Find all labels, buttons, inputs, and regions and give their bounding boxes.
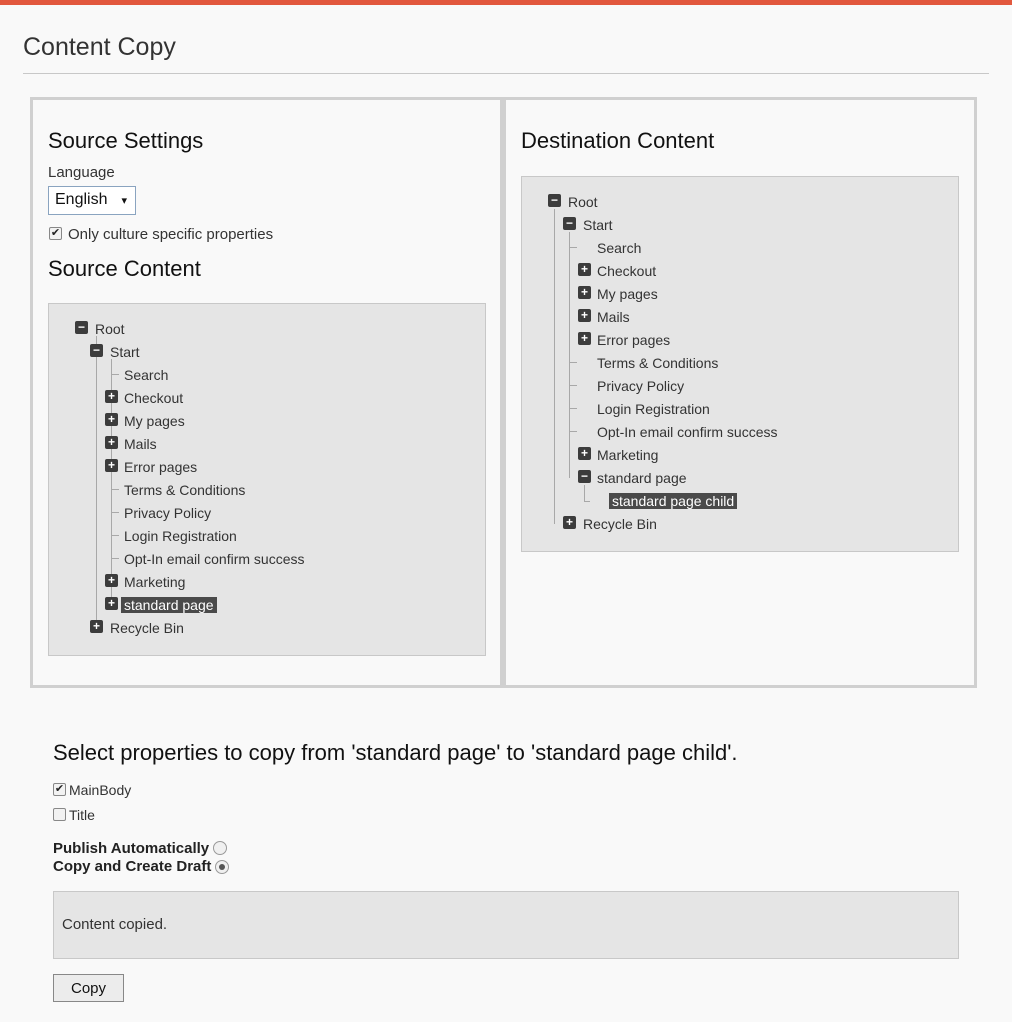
title-checkbox[interactable] [53,808,66,821]
tree-connector [111,558,119,559]
tree-node-selected[interactable]: standard page child [609,493,738,509]
tree-node-root[interactable]: Root [568,194,598,210]
tree-node[interactable]: Login Registration [124,528,237,544]
expand-icon[interactable]: + [105,390,118,403]
tree-connector [584,501,590,502]
publish-automatically-label: Publish Automatically [53,840,210,857]
language-select-value: English [55,191,108,208]
collapse-icon[interactable]: − [548,194,561,207]
expand-icon[interactable]: + [105,436,118,449]
collapse-icon[interactable]: − [578,470,591,483]
tree-node[interactable]: Terms & Conditions [597,355,718,371]
tree-node[interactable]: Search [597,240,641,256]
collapse-icon[interactable]: − [75,321,88,334]
mainbody-checkbox[interactable]: ✔ [53,783,66,796]
tree-connector [569,431,577,432]
destination-tree: − Root − Start Search + Checkout + My pa… [521,176,959,552]
collapse-icon[interactable]: − [90,344,103,357]
expand-icon[interactable]: + [578,332,591,345]
tree-connector [569,408,577,409]
tree-node-selected[interactable]: standard page [121,597,217,613]
tree-node[interactable]: Privacy Policy [124,505,211,521]
expand-icon[interactable]: + [578,447,591,460]
expand-icon[interactable]: + [578,286,591,299]
culture-specific-label: Only culture specific properties [68,226,274,243]
title-label: Title [69,807,95,823]
tree-node[interactable]: Marketing [124,574,185,590]
tree-connector [111,512,119,513]
source-tree: − Root − Start Search + Checkout + My pa… [48,303,486,656]
tree-node[interactable]: Opt-In email confirm success [597,424,778,440]
tree-connector [111,535,119,536]
mainbody-label: MainBody [69,782,132,798]
tree-node-start[interactable]: Start [110,344,140,360]
page-title: Content Copy [23,33,176,61]
tree-node[interactable]: Checkout [597,263,656,279]
expand-icon[interactable]: + [578,309,591,322]
tree-node[interactable]: Checkout [124,390,183,406]
status-message: Content copied. [53,891,959,959]
publish-automatically-radio[interactable] [213,841,227,855]
tree-node[interactable]: My pages [597,286,658,302]
copy-create-draft-radio[interactable] [215,860,229,874]
tree-connector [111,374,119,375]
tree-connector [584,485,585,501]
tree-node[interactable]: Marketing [597,447,658,463]
tree-connector [111,489,119,490]
top-accent-bar [0,0,1012,5]
expand-icon[interactable]: + [105,413,118,426]
tree-connector [96,336,97,628]
expand-icon[interactable]: + [105,459,118,472]
title-divider [23,73,989,74]
language-label: Language [48,164,115,181]
source-content-heading: Source Content [48,256,201,281]
tree-node[interactable]: Error pages [124,459,197,475]
copy-create-draft-label: Copy and Create Draft [53,858,212,875]
expand-icon[interactable]: + [578,263,591,276]
tree-node[interactable]: My pages [124,413,185,429]
expand-icon[interactable]: + [105,574,118,587]
tree-connector [569,232,570,478]
tree-node[interactable]: Mails [597,309,630,325]
expand-icon[interactable]: + [563,516,576,529]
copy-properties-title: Select properties to copy from 'standard… [53,740,738,765]
destination-panel: Destination Content − Root − Start Searc… [503,97,977,688]
source-settings-heading: Source Settings [48,128,204,153]
source-panel: Source Settings Language English ▾ ✔ Onl… [30,97,503,688]
tree-node[interactable]: Search [124,367,168,383]
radio-selected-dot [219,864,225,870]
tree-node[interactable]: Login Registration [597,401,710,417]
tree-node-recycle-bin[interactable]: Recycle Bin [583,516,657,532]
tree-connector [569,362,577,363]
tree-node[interactable]: Opt-In email confirm success [124,551,305,567]
tree-node-root[interactable]: Root [95,321,125,337]
collapse-icon[interactable]: − [563,217,576,230]
tree-node-recycle-bin[interactable]: Recycle Bin [110,620,184,636]
tree-connector [569,247,577,248]
language-select[interactable]: English ▾ [48,186,136,215]
tree-node[interactable]: Error pages [597,332,670,348]
expand-icon[interactable]: + [105,597,118,610]
copy-button[interactable]: Copy [53,974,124,1002]
tree-connector [569,385,577,386]
culture-specific-checkbox[interactable]: ✔ [49,227,62,240]
chevron-down-icon: ▾ [121,195,127,207]
expand-icon[interactable]: + [90,620,103,633]
tree-node[interactable]: standard page [597,470,687,486]
tree-node-start[interactable]: Start [583,217,613,233]
tree-node[interactable]: Privacy Policy [597,378,684,394]
tree-node[interactable]: Terms & Conditions [124,482,245,498]
tree-connector [554,209,555,524]
tree-node[interactable]: Mails [124,436,157,452]
destination-content-heading: Destination Content [521,128,715,153]
